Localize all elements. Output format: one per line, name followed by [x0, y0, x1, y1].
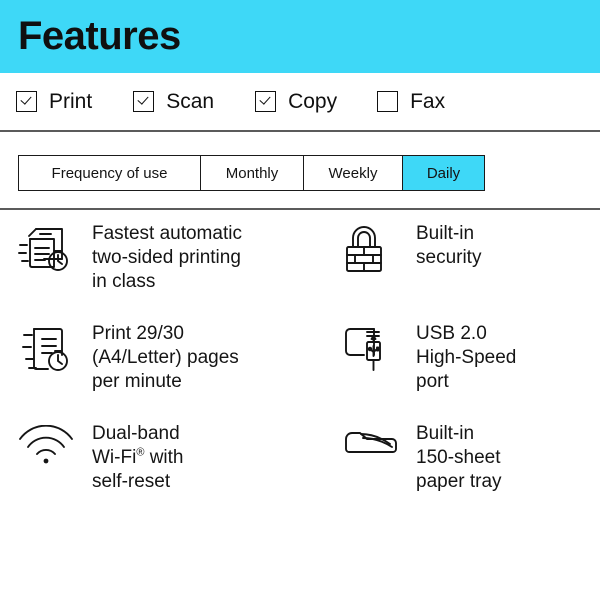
- checkbox-label-fax: Fax: [410, 90, 446, 113]
- checkbox-label-print: Print: [49, 90, 93, 113]
- divider-above-frequency: [0, 130, 600, 132]
- divider-below-frequency: [0, 208, 600, 210]
- feature-dual-band-wifi: Dual-band Wi-Fi® with self-reset: [0, 419, 332, 519]
- checkbox-item-fax[interactable]: Fax: [377, 91, 445, 112]
- checkbox-item-scan[interactable]: Scan: [133, 91, 214, 112]
- document-speed-clock-icon: [18, 319, 80, 377]
- feature-text-built-in-security: Built-in security: [416, 223, 482, 268]
- features-panel: Features Print Scan Copy Fax Frequency o…: [0, 0, 600, 600]
- checkbox-label-scan: Scan: [166, 90, 215, 113]
- feature-text-paper-tray: Built-in 150-sheet paper tray: [416, 423, 502, 492]
- paper-tray-icon: [342, 419, 404, 477]
- header-banner: Features: [0, 0, 600, 73]
- feature-print-speed: Print 29/30 (A4/Letter) pages per minute: [0, 319, 332, 419]
- feature-text-print-speed: Print 29/30 (A4/Letter) pages per minute: [92, 323, 239, 392]
- page-title: Features: [18, 13, 181, 58]
- frequency-row-label: Frequency of use: [19, 156, 201, 190]
- wifi-icon: [18, 419, 80, 477]
- feature-text-usb-port: USB 2.0 High-Speed port: [416, 323, 517, 392]
- feature-built-in-security: Built-in security: [332, 219, 600, 319]
- frequency-of-use-selector: Frequency of use Monthly Weekly Daily: [18, 155, 485, 191]
- checkbox-checked-icon[interactable]: [133, 91, 155, 112]
- usb-port-icon: [342, 319, 404, 377]
- checkbox-item-print[interactable]: Print: [16, 91, 92, 112]
- features-grid: Fastest automatic two-sided printing in …: [0, 219, 600, 519]
- feature-text-dual-band-wifi: Dual-band Wi-Fi® with self-reset: [92, 422, 184, 494]
- frequency-option-daily-selected[interactable]: Daily: [403, 156, 484, 190]
- checkbox-checked-icon[interactable]: [255, 91, 277, 112]
- feature-usb-port: USB 2.0 High-Speed port: [332, 319, 600, 419]
- checkbox-unchecked-icon[interactable]: [377, 91, 399, 112]
- frequency-option-weekly[interactable]: Weekly: [304, 156, 403, 190]
- checkbox-checked-icon[interactable]: [16, 91, 37, 112]
- checkbox-item-copy[interactable]: Copy: [255, 91, 337, 112]
- feature-text-fastest-duplex-printing: Fastest automatic two-sided printing in …: [92, 223, 242, 292]
- feature-paper-tray: Built-in 150-sheet paper tray: [332, 419, 600, 519]
- checkbox-label-copy: Copy: [288, 90, 338, 113]
- feature-fastest-duplex-printing: Fastest automatic two-sided printing in …: [0, 219, 332, 319]
- lock-security-icon: [342, 219, 404, 277]
- capabilities-checkbox-row: Print Scan Copy Fax: [0, 73, 600, 130]
- frequency-option-monthly[interactable]: Monthly: [201, 156, 304, 190]
- fast-duplex-print-clock-icon: [18, 219, 80, 277]
